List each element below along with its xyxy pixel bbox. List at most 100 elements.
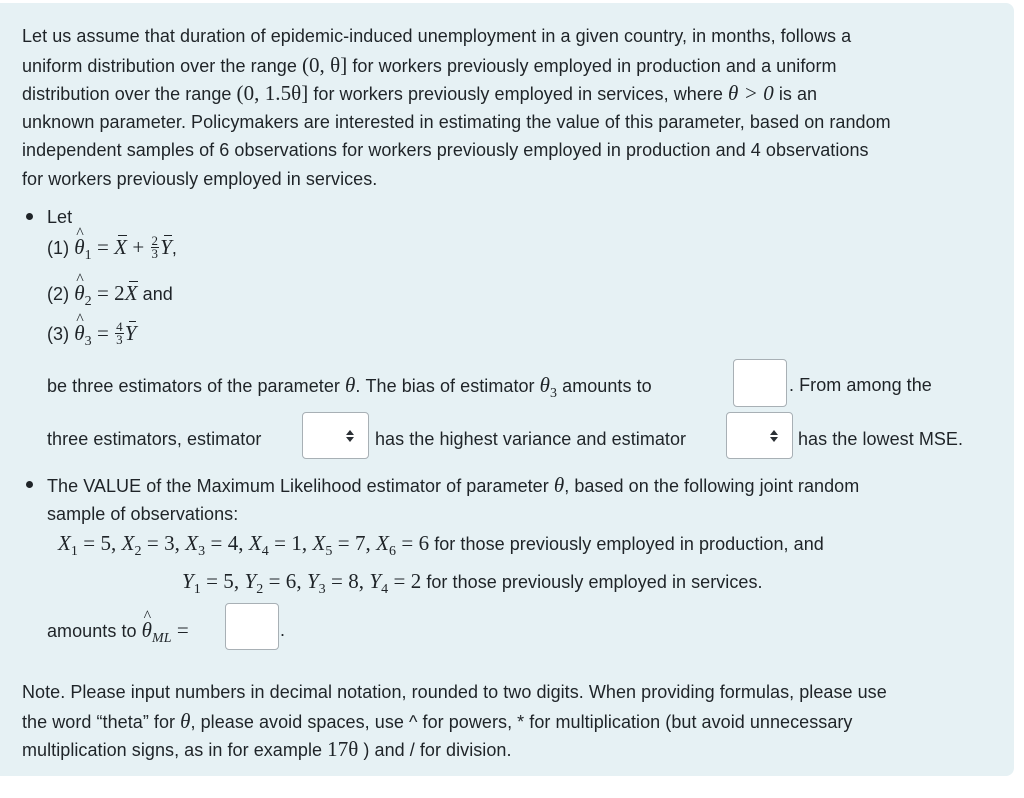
period: . [280,620,286,640]
x-bar: X [114,233,127,262]
coefficient: 2 [114,281,125,305]
y-bar: Y [160,233,172,262]
comma: , [174,531,186,555]
subscript: 2 [134,544,142,559]
equals: = [268,531,292,555]
text: is an [773,84,818,104]
var: Y [244,569,257,593]
text: , [171,238,177,258]
y-bar: Y [125,319,137,348]
bias-sentence: be three estimators of the parameter θ. … [47,371,652,404]
text: The VALUE of the Maximum Likelihood esti… [47,476,554,496]
value: 5 [100,531,112,555]
value: 1 [291,531,302,555]
plus: + [127,235,150,259]
y-observations: Y1 = 5, Y2 = 6, Y3 = 8, Y4 = 2 for those… [182,567,763,600]
equals: = [91,235,115,259]
text: for those previously employed in product… [429,534,824,554]
theta-hat: θ [74,220,84,262]
bullet-point [26,213,33,220]
highest-variance-select[interactable] [302,412,369,459]
subscript: 6 [389,544,397,559]
math-range-production: (0, θ] [301,53,348,77]
intro-line-2: uniform distribution over the range (0, … [22,51,837,81]
equals: = [263,569,286,593]
value: 6 [285,569,297,593]
var: Y [369,569,382,593]
theta: θ [345,373,356,397]
intro-line-3: distribution over the range (0, 1.5θ] fo… [22,79,817,109]
lowest-mse-select[interactable] [726,412,793,459]
text: has the lowest MSE. [798,429,964,449]
intro-line-6: for workers previously employed in servi… [22,169,378,189]
value: 7 [354,531,366,555]
text: amounts to [557,376,652,396]
text: and [137,284,173,304]
equals: = [171,618,189,642]
select-arrows-icon [346,429,354,442]
estimator-label: (3) [47,324,75,344]
note-line-1: Note. Please input numbers in decimal no… [22,682,887,702]
text: uniform distribution over the range [22,56,302,76]
estimator-3: (3) θ3 = 43Y [47,306,137,352]
estimator-1: (1) θ1 = X + 23Y, [47,220,177,266]
var: X [312,531,326,555]
text: has the highest variance and estimator [375,429,687,449]
bias-input[interactable] [733,359,787,407]
theta: θ [180,709,191,733]
text: . From among the [789,375,932,395]
estimator-label: (2) [47,284,75,304]
intro-line-5: independent samples of 6 observations fo… [22,140,869,160]
value: 4 [227,531,239,555]
subscript: ML [151,631,172,646]
math-example: 17θ [327,737,359,761]
text: , please avoid spaces, use ^ for powers,… [190,712,853,732]
ml-estimate-input[interactable] [225,603,279,650]
x-bar: X [125,279,138,308]
theta-hat: θ [74,266,84,308]
intro-line-4: unknown parameter. Policymakers are inte… [22,112,891,132]
subscript: 1 [84,248,92,263]
var: Y [306,569,319,593]
text: ) and / for division. [358,740,512,760]
value: 3 [164,531,175,555]
theta-hat: θ [74,306,84,348]
text: , based on the following joint random [564,476,860,496]
math-range-services: (0, 1.5θ] [236,81,309,105]
denominator: 3 [151,245,159,261]
subscript: 3 [318,582,326,597]
estimator-2: (2) θ2 = 2X and [47,266,173,312]
var: X [185,531,199,555]
subscript: 2 [84,294,92,309]
text: amounts to [47,621,142,641]
value: 8 [348,569,359,593]
subscript: 4 [261,544,269,559]
equals: = [332,531,355,555]
text: for those previously employed in service… [421,572,763,592]
question-panel: Let us assume that duration of epidemic-… [0,3,1014,776]
text: multiplication signs, as in for example [22,740,328,760]
ml-answer-line: amounts to θML = [47,603,189,649]
math-theta-positive: θ > 0 [728,81,774,105]
bullet-point [26,481,33,488]
denominator: 3 [116,331,123,347]
value: 6 [418,531,430,555]
theta: θ [553,473,565,497]
intro-line-1: Let us assume that duration of epidemic-… [22,26,852,46]
subscript: 1 [70,544,78,559]
subscript: 3 [198,544,206,559]
subscript: 3 [84,334,92,349]
equals: = [141,531,165,555]
equals: = [325,569,349,593]
equals: = [205,531,228,555]
var: X [58,531,71,555]
subscript: 1 [193,582,201,597]
value: 2 [410,569,422,593]
let-label: Let [47,207,73,227]
note-line-2: the word “theta” for θ, please avoid spa… [22,707,852,737]
equals: = [200,569,224,593]
var: Y [182,569,194,593]
text: distribution over the range [22,84,237,104]
equals: = [91,281,115,305]
note-line-3: multiplication signs, as in for example … [22,735,512,765]
